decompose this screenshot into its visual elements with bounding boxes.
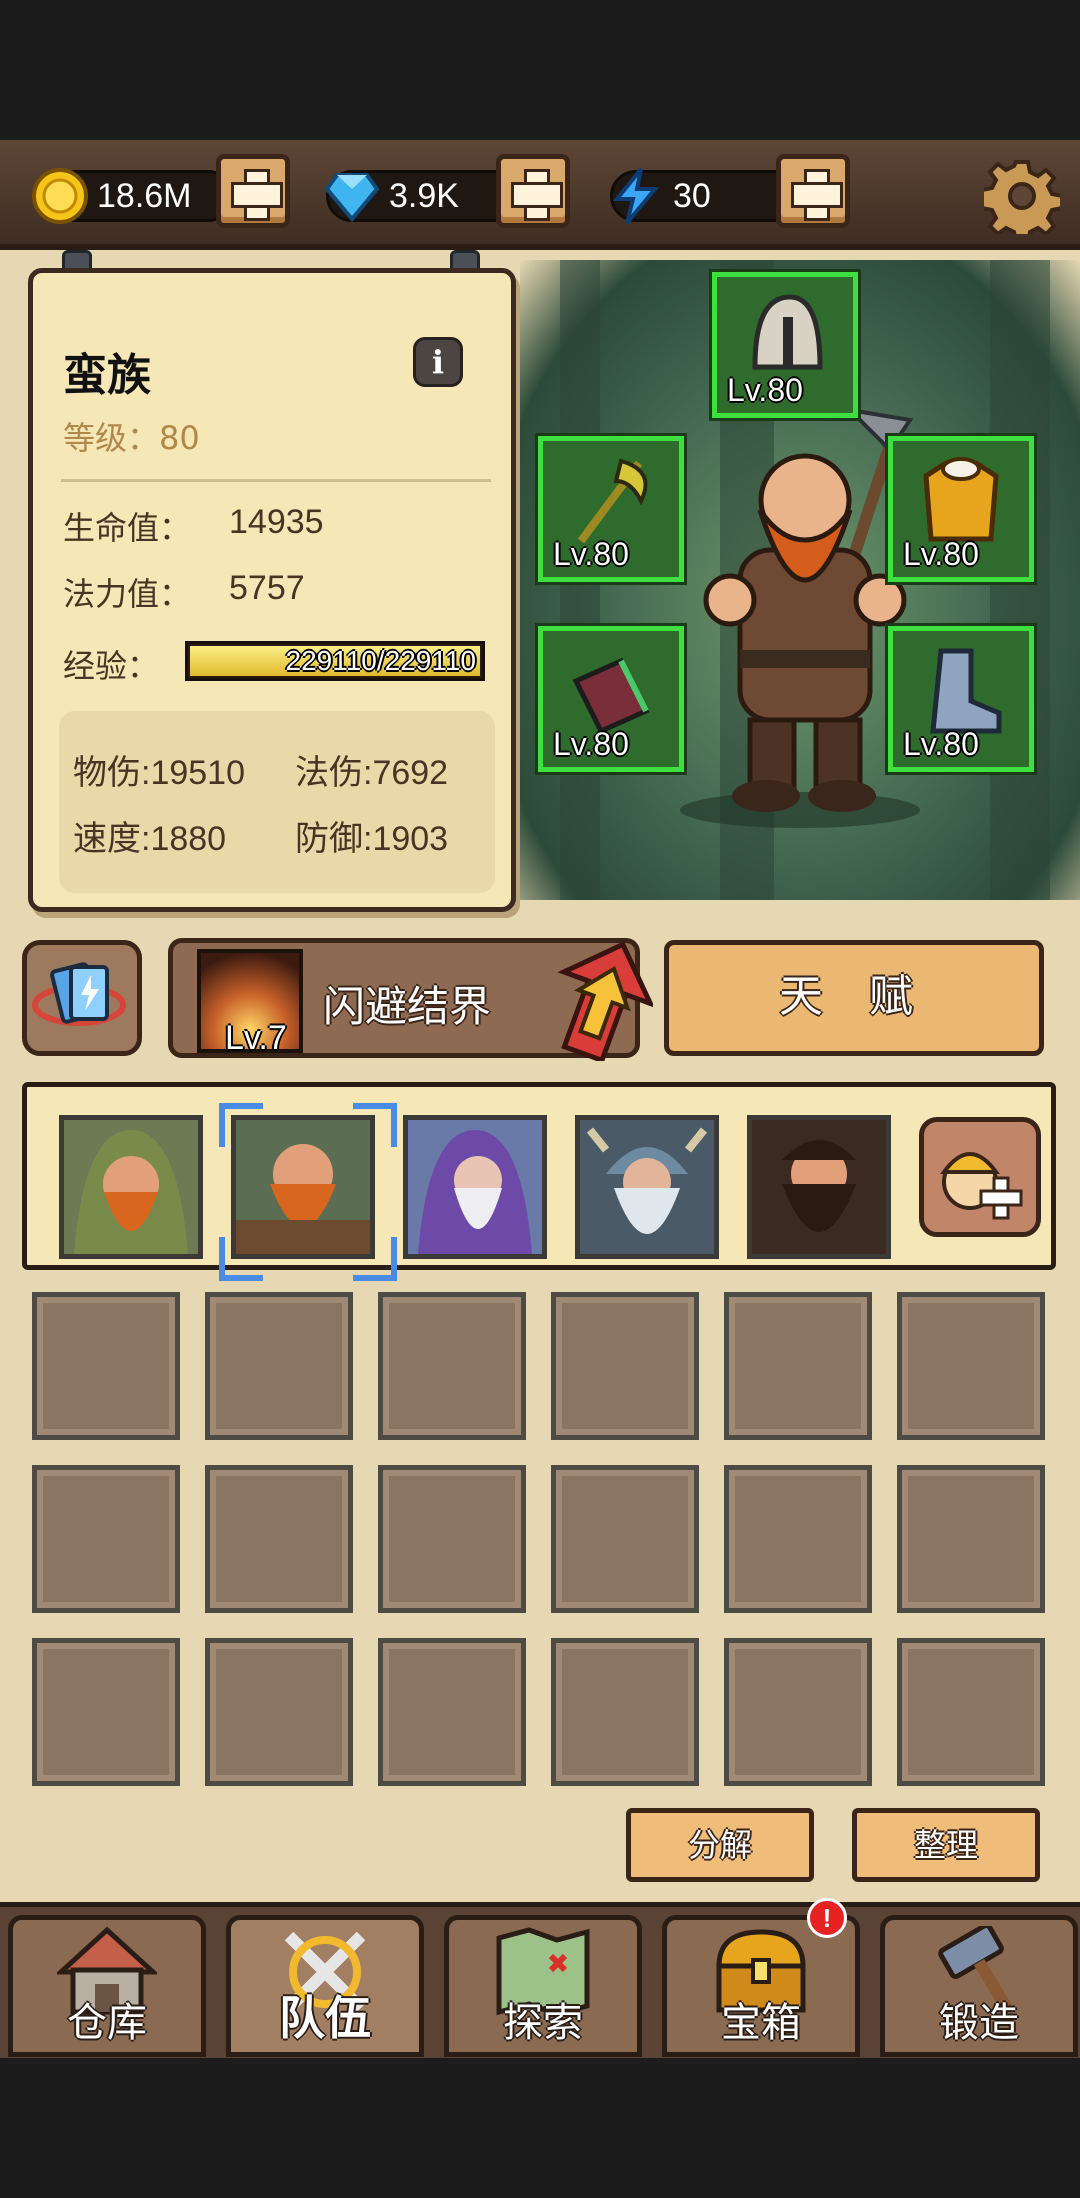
nav-tab-forge[interactable]: 锻造	[880, 1915, 1078, 2057]
divider	[61, 479, 491, 482]
level-value: 80	[159, 419, 200, 457]
team-member-1[interactable]	[59, 1115, 203, 1259]
inventory-slot[interactable]	[205, 1638, 353, 1786]
inventory-slot[interactable]	[378, 1465, 526, 1613]
gold-coin-icon	[32, 168, 88, 224]
hero-scene: Lv.80 Lv.80 Lv.80 Lv.80 Lv.80	[520, 260, 1080, 900]
info-button[interactable]: i	[413, 337, 463, 387]
inventory-slot[interactable]	[378, 1292, 526, 1440]
skill-panel[interactable]: Lv.7 闪避结界	[168, 938, 653, 1061]
equip-slot-helmet[interactable]: Lv.80	[712, 272, 858, 418]
inventory-slot[interactable]	[551, 1638, 699, 1786]
inventory-slot[interactable]	[897, 1292, 1045, 1440]
inventory-slot[interactable]	[724, 1638, 872, 1786]
cards-icon	[32, 962, 126, 1026]
equip-slot-armor[interactable]: Lv.80	[888, 436, 1034, 582]
nav-tab-team[interactable]: 队伍	[226, 1915, 424, 2057]
equip-slot-weapon[interactable]: Lv.80	[538, 436, 684, 582]
mp-label: 法力值：	[63, 575, 192, 613]
decompose-button[interactable]: 分解	[626, 1808, 814, 1882]
talent-button[interactable]: 天 赋	[664, 940, 1044, 1056]
nav-label: 队伍	[279, 1991, 371, 2045]
nav-label: 锻造	[939, 2000, 1019, 2046]
settings-gear-icon[interactable]	[984, 158, 1060, 234]
sort-button[interactable]: 整理	[852, 1808, 1040, 1882]
level-label: 等级：	[63, 419, 160, 457]
game-screen: 18.6M 3.9K 30 蛮族 i 等级：80 生命值： 14935 法力值：…	[0, 140, 1080, 2058]
magic-attack-stat: 法伤:7692	[295, 754, 449, 792]
hero-info-card: 蛮族 i 等级：80 生命值： 14935 法力值： 5757 经验： 2291…	[28, 268, 516, 912]
add-gold-button[interactable]	[216, 154, 290, 228]
add-hero-button[interactable]	[919, 1117, 1041, 1237]
lightning-icon	[612, 167, 660, 225]
nav-label: 仓库	[67, 2000, 147, 2046]
inventory-slot[interactable]	[32, 1465, 180, 1613]
inventory-slot[interactable]	[724, 1292, 872, 1440]
add-hero-icon	[940, 1152, 1023, 1220]
swap-skill-icon[interactable]	[553, 937, 653, 1061]
inventory-slot[interactable]	[205, 1465, 353, 1613]
equip-slot-boots[interactable]: Lv.80	[888, 626, 1034, 772]
equip-slot-bracer[interactable]: Lv.80	[538, 626, 684, 772]
add-diamonds-button[interactable]	[496, 154, 570, 228]
card-deck-button[interactable]	[22, 940, 142, 1056]
inventory-slot[interactable]	[724, 1465, 872, 1613]
energy-value: 30	[673, 177, 711, 215]
gold-counter: 18.6M	[32, 168, 234, 224]
selection-corner	[353, 1237, 397, 1281]
diamond-value: 3.9K	[389, 177, 459, 215]
selection-corner	[353, 1103, 397, 1147]
physical-attack-stat: 物伤:19510	[73, 754, 245, 792]
defense-stat: 防御:1903	[295, 820, 449, 858]
team-member-4[interactable]	[575, 1115, 719, 1259]
xp-bar: 229110/229110	[185, 641, 485, 681]
inventory-slot[interactable]	[551, 1292, 699, 1440]
nav-tab-chest[interactable]: 宝箱 !	[662, 1898, 860, 2057]
nav-label: 探索	[503, 2000, 583, 2046]
equip-level: Lv.80	[903, 726, 979, 762]
hero-level: 等级：80	[63, 413, 200, 459]
inventory-slot[interactable]	[205, 1292, 353, 1440]
selection-corner	[219, 1237, 263, 1281]
team-roster	[22, 1082, 1056, 1270]
hero-name: 蛮族	[63, 350, 151, 401]
equip-level: Lv.80	[903, 536, 979, 572]
skill-level: Lv.7	[225, 1019, 287, 1057]
viking-white-beard-portrait	[586, 1127, 708, 1234]
xp-text: 229110/229110	[285, 645, 477, 676]
inventory-slot[interactable]	[32, 1292, 180, 1440]
resource-bar: 18.6M 3.9K 30	[0, 140, 1080, 250]
bottom-navigation: 仓库 队伍 探索 宝箱 ! 锻造	[0, 1898, 1080, 2058]
team-member-5[interactable]	[747, 1115, 891, 1259]
skill-name: 闪避结界	[323, 982, 492, 1031]
hp-value: 14935	[229, 503, 324, 541]
inventory-slot[interactable]	[32, 1638, 180, 1786]
add-energy-button[interactable]	[776, 154, 850, 228]
xp-label: 经验：	[63, 647, 160, 685]
team-member-3[interactable]	[403, 1115, 547, 1259]
inventory-slot[interactable]	[897, 1465, 1045, 1613]
wizard-purple-portrait	[418, 1130, 532, 1254]
combat-stats-box: 物伤:19510 法伤:7692 速度:1880 防御:1903	[59, 711, 495, 893]
speed-stat: 速度:1880	[73, 820, 227, 858]
hp-label: 生命值：	[63, 509, 192, 547]
equip-level: Lv.80	[553, 536, 629, 572]
dwarf-green-hood-portrait	[74, 1130, 188, 1254]
mp-value: 5757	[229, 569, 305, 607]
notification-badge: !	[807, 1898, 847, 1938]
inventory-slot[interactable]	[378, 1638, 526, 1786]
gold-value: 18.6M	[97, 177, 192, 215]
equip-level: Lv.80	[727, 372, 803, 408]
dwarf-dark-beard-portrait	[782, 1140, 856, 1232]
nav-tab-explore[interactable]: 探索	[444, 1915, 642, 2057]
nav-tab-warehouse[interactable]: 仓库	[8, 1915, 206, 2057]
inventory-slot[interactable]	[551, 1465, 699, 1613]
equip-level: Lv.80	[553, 726, 629, 762]
diamond-icon	[324, 173, 380, 223]
nav-label: 宝箱	[721, 2000, 801, 2046]
inventory-slot[interactable]	[897, 1638, 1045, 1786]
selection-corner	[219, 1103, 263, 1147]
